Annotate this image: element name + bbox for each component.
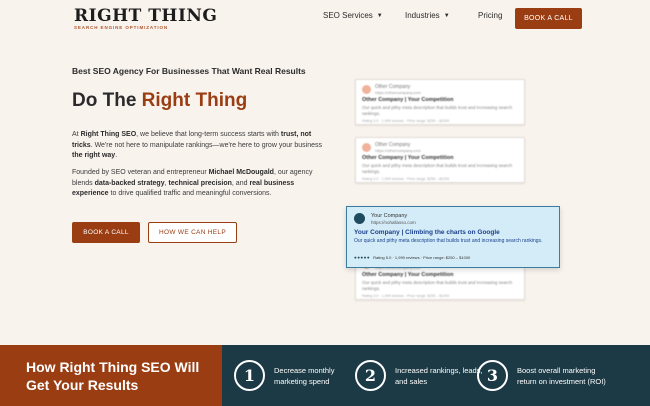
text: , we believe that long-term success star… <box>136 131 281 138</box>
text: , and <box>231 179 250 187</box>
avatar <box>362 143 371 152</box>
result-description: Our quick and pithy meta description tha… <box>362 105 513 116</box>
logo[interactable]: RIGHT THING SEARCH ENGINE OPTIMIZATION <box>74 8 217 31</box>
text: to drive qualified traffic and meaningfu… <box>108 190 272 197</box>
headline-plain: Do The <box>72 90 142 111</box>
bold-text: Right Thing SEO <box>80 131 137 138</box>
featured-meta: ●●●●● Rating 5.0 · 1,999 reviews · Price… <box>354 255 470 260</box>
intro-paragraph: At Right Thing SEO, we believe that long… <box>72 130 322 162</box>
featured-meta-text: Rating 5.0 · 1,999 reviews · Price range… <box>373 255 471 260</box>
founder-paragraph: Founded by SEO veteran and entrepreneur … <box>72 168 322 200</box>
step-number-circle: 2 <box>355 360 386 391</box>
hero-headline: Do The Right Thing <box>72 90 247 112</box>
result-title: Other Company | Your Competition <box>362 97 454 103</box>
result-title: Other Company | Your Competition <box>362 272 454 278</box>
how-we-can-help-button[interactable]: HOW WE CAN HELP <box>148 222 237 243</box>
featured-result-card: Your Company https://nohallasso.com Your… <box>346 206 560 268</box>
result-url: https://othercompany.com <box>375 148 421 153</box>
logo-text: RIGHT THING <box>74 6 218 26</box>
text: . <box>115 152 118 159</box>
nav-industries[interactable]: Industries ▼ <box>405 11 450 20</box>
featured-url: https://nohallasso.com <box>371 220 416 225</box>
text: At <box>72 131 81 138</box>
nav-label: Pricing <box>478 11 503 20</box>
step-number-circle: 3 <box>477 360 508 391</box>
chevron-down-icon: ▼ <box>376 12 383 19</box>
hero-book-call-button[interactable]: BOOK A CALL <box>72 222 140 243</box>
competitor-result-card: Other Company https://othercompany.com O… <box>355 79 525 125</box>
headline-accent: Right Thing <box>141 90 248 111</box>
bold-text: data-backed strategy <box>94 179 165 187</box>
result-description: Our quick and pithy meta description tha… <box>362 163 513 174</box>
featured-description: Our quick and pithy meta description tha… <box>354 238 543 244</box>
result-meta: Rating 3.0 · 1,999 reviews · Price range… <box>362 294 450 298</box>
avatar <box>362 85 371 94</box>
bold-text: technical precision <box>168 179 232 187</box>
featured-company: Your Company <box>371 213 408 219</box>
text: . We're not here to manipulate rankings—… <box>90 141 323 149</box>
results-band-title: How Right Thing SEO Will Get Your Result… <box>26 359 200 393</box>
competitor-result-card: Other Company https://othercompany.com O… <box>355 137 525 183</box>
bold-text: Michael McDougald <box>208 169 274 176</box>
results-band-heading-panel: How Right Thing SEO Will Get Your Result… <box>0 345 222 406</box>
hero-tagline: Best SEO Agency For Businesses That Want… <box>72 66 306 76</box>
result-description: Our quick and pithy meta description tha… <box>362 280 513 291</box>
step-text: Increased rankings, leads, and sales <box>395 365 483 386</box>
chevron-down-icon: ▼ <box>443 12 450 19</box>
nav-seo-services[interactable]: SEO Services ▼ <box>323 11 383 20</box>
step-3: 3 Boost overall marketing return on inve… <box>477 360 612 391</box>
result-url: https://othercompany.com <box>375 90 421 95</box>
result-meta: Rating 3.0 · 1,999 reviews · Price range… <box>362 177 450 181</box>
step-1: 1 Decrease monthly marketing spend <box>234 360 369 391</box>
featured-title: Your Company | Climbing the charts on Go… <box>354 229 500 236</box>
nav-label: SEO Services <box>323 11 373 20</box>
results-band-steps: 1 Decrease monthly marketing spend 2 Inc… <box>222 345 650 406</box>
avatar <box>354 213 365 224</box>
step-number-circle: 1 <box>234 360 265 391</box>
site-header: RIGHT THING SEARCH ENGINE OPTIMIZATION S… <box>0 0 650 36</box>
result-title: Other Company | Your Competition <box>362 155 454 161</box>
result-meta: Rating 3.0 · 1,999 reviews · Price range… <box>362 119 450 123</box>
book-call-button[interactable]: BOOK A CALL <box>515 8 582 29</box>
nav-pricing[interactable]: Pricing <box>478 11 502 20</box>
step-2: 2 Increased rankings, leads, and sales <box>355 360 490 391</box>
nav-label: Industries <box>405 11 440 20</box>
text: Founded by SEO veteran and entrepreneur <box>72 169 209 176</box>
bold-text: the right way <box>72 152 116 159</box>
step-text: Boost overall marketing return on invest… <box>517 365 606 386</box>
rating-dots: ●●●●● <box>354 255 371 260</box>
